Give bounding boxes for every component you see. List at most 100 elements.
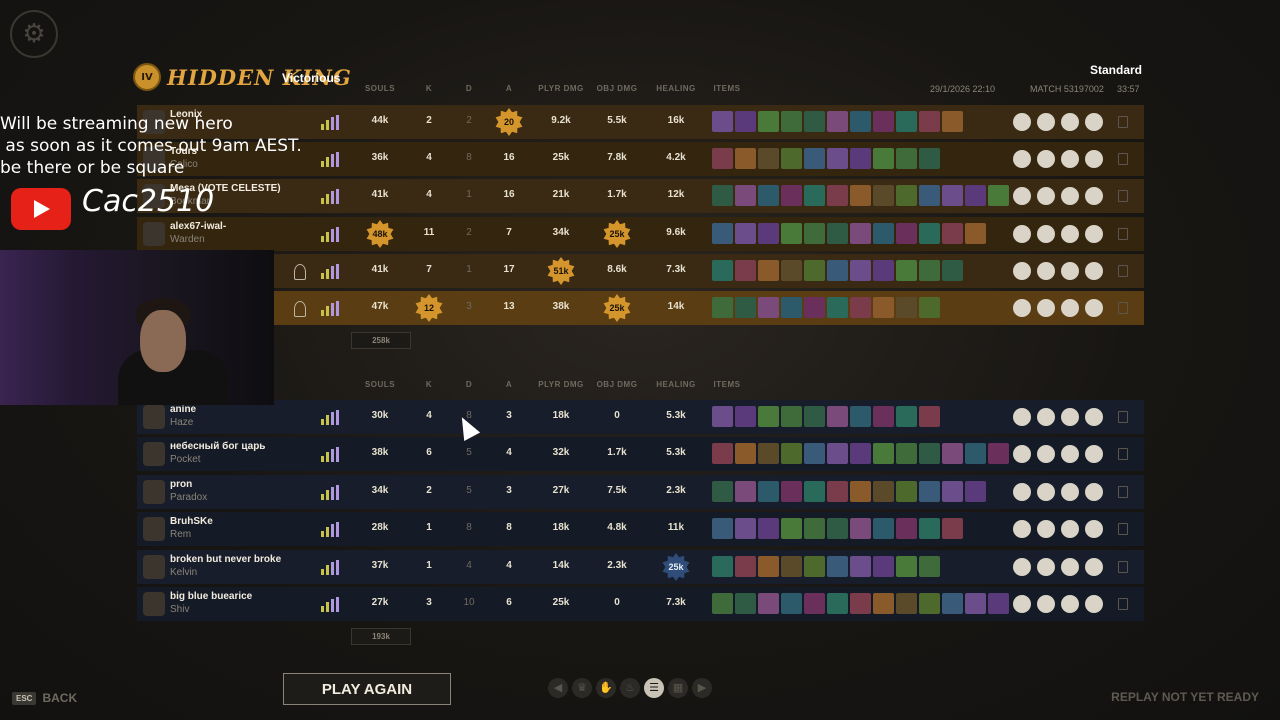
item-icon[interactable]: [758, 556, 779, 577]
ability-icon[interactable]: [1013, 483, 1031, 501]
item-icon[interactable]: [735, 406, 756, 427]
item-icon[interactable]: [850, 406, 871, 427]
column-header-a[interactable]: A: [479, 380, 539, 389]
item-icon[interactable]: [758, 260, 779, 281]
item-icon[interactable]: [735, 223, 756, 244]
settings-gear-icon[interactable]: ⚙: [10, 10, 58, 58]
copy-build-icon[interactable]: [1118, 561, 1128, 573]
item-icon[interactable]: [919, 593, 940, 614]
item-icon[interactable]: [827, 223, 848, 244]
item-icon[interactable]: [919, 297, 940, 318]
ability-icon[interactable]: [1061, 150, 1079, 168]
item-icon[interactable]: [919, 260, 940, 281]
ability-icon[interactable]: [1085, 187, 1103, 205]
item-icon[interactable]: [827, 481, 848, 502]
item-icon[interactable]: [988, 185, 1009, 206]
item-icon[interactable]: [896, 223, 917, 244]
item-icon[interactable]: [781, 185, 802, 206]
ability-icon[interactable]: [1013, 558, 1031, 576]
item-icon[interactable]: [804, 111, 825, 132]
item-icon[interactable]: [850, 481, 871, 502]
item-icon[interactable]: [873, 111, 894, 132]
item-icon[interactable]: [850, 297, 871, 318]
item-icon[interactable]: [873, 185, 894, 206]
play-again-button[interactable]: PLAY AGAIN: [283, 673, 451, 705]
item-icon[interactable]: [919, 556, 940, 577]
copy-build-icon[interactable]: [1118, 302, 1128, 314]
ability-icon[interactable]: [1037, 113, 1055, 131]
ability-icon[interactable]: [1037, 483, 1055, 501]
item-icon[interactable]: [988, 593, 1009, 614]
item-icon[interactable]: [781, 481, 802, 502]
item-icon[interactable]: [804, 185, 825, 206]
ability-icon[interactable]: [1085, 558, 1103, 576]
ability-icon[interactable]: [1061, 558, 1079, 576]
player-name[interactable]: broken but never broke: [170, 554, 281, 565]
item-icon[interactable]: [735, 260, 756, 281]
item-icon[interactable]: [942, 443, 963, 464]
item-icon[interactable]: [758, 223, 779, 244]
item-icon[interactable]: [850, 593, 871, 614]
column-header-a[interactable]: A: [479, 84, 539, 93]
player-name[interactable]: pron: [170, 479, 192, 490]
item-icon[interactable]: [712, 111, 733, 132]
item-icon[interactable]: [735, 518, 756, 539]
item-icon[interactable]: [827, 148, 848, 169]
copy-build-icon[interactable]: [1118, 153, 1128, 165]
item-icon[interactable]: [827, 556, 848, 577]
player-name[interactable]: небесный бог царь: [170, 441, 265, 452]
item-icon[interactable]: [919, 148, 940, 169]
item-icon[interactable]: [965, 481, 986, 502]
item-icon[interactable]: [919, 406, 940, 427]
ability-icon[interactable]: [1037, 408, 1055, 426]
ability-icon[interactable]: [1037, 262, 1055, 280]
ability-icon[interactable]: [1061, 187, 1079, 205]
item-icon[interactable]: [804, 297, 825, 318]
player-row[interactable]: 47k 12 3 13 38k 25k 14k: [274, 291, 1144, 325]
item-icon[interactable]: [712, 260, 733, 281]
item-icon[interactable]: [758, 297, 779, 318]
item-icon[interactable]: [942, 185, 963, 206]
item-icon[interactable]: [919, 111, 940, 132]
trophy-icon[interactable]: ♛: [572, 678, 592, 698]
item-icon[interactable]: [919, 443, 940, 464]
item-icon[interactable]: [735, 556, 756, 577]
hand-icon[interactable]: ✋: [596, 678, 616, 698]
item-icon[interactable]: [942, 593, 963, 614]
copy-build-icon[interactable]: [1118, 486, 1128, 498]
ability-icon[interactable]: [1085, 225, 1103, 243]
item-icon[interactable]: [919, 518, 940, 539]
column-header-obj-dmg[interactable]: OBJ DMG: [587, 380, 647, 389]
player-name[interactable]: anine: [170, 404, 196, 415]
item-icon[interactable]: [919, 223, 940, 244]
item-icon[interactable]: [827, 406, 848, 427]
ability-icon[interactable]: [1085, 483, 1103, 501]
item-icon[interactable]: [988, 443, 1009, 464]
item-icon[interactable]: [804, 443, 825, 464]
next-arrow-icon[interactable]: ▶: [692, 678, 712, 698]
item-icon[interactable]: [873, 518, 894, 539]
item-icon[interactable]: [804, 481, 825, 502]
item-icon[interactable]: [942, 260, 963, 281]
ability-icon[interactable]: [1013, 262, 1031, 280]
ability-icon[interactable]: [1013, 595, 1031, 613]
copy-build-icon[interactable]: [1118, 523, 1128, 535]
player-name[interactable]: alex67-iwal-: [170, 221, 226, 232]
item-icon[interactable]: [896, 111, 917, 132]
item-icon[interactable]: [965, 223, 986, 244]
ability-icon[interactable]: [1061, 225, 1079, 243]
item-icon[interactable]: [804, 260, 825, 281]
ability-icon[interactable]: [1061, 483, 1079, 501]
ability-icon[interactable]: [1037, 299, 1055, 317]
player-name[interactable]: BruhSKe: [170, 516, 213, 527]
copy-build-icon[interactable]: [1118, 116, 1128, 128]
scoreboard-list-icon[interactable]: ☰: [644, 678, 664, 698]
item-icon[interactable]: [804, 148, 825, 169]
item-icon[interactable]: [896, 443, 917, 464]
item-icon[interactable]: [781, 223, 802, 244]
player-row[interactable]: 41k 7 1 17 51k 8.6k 7.3k: [137, 254, 1144, 288]
item-icon[interactable]: [804, 593, 825, 614]
ability-icon[interactable]: [1013, 299, 1031, 317]
ability-icon[interactable]: [1061, 113, 1079, 131]
item-icon[interactable]: [758, 443, 779, 464]
